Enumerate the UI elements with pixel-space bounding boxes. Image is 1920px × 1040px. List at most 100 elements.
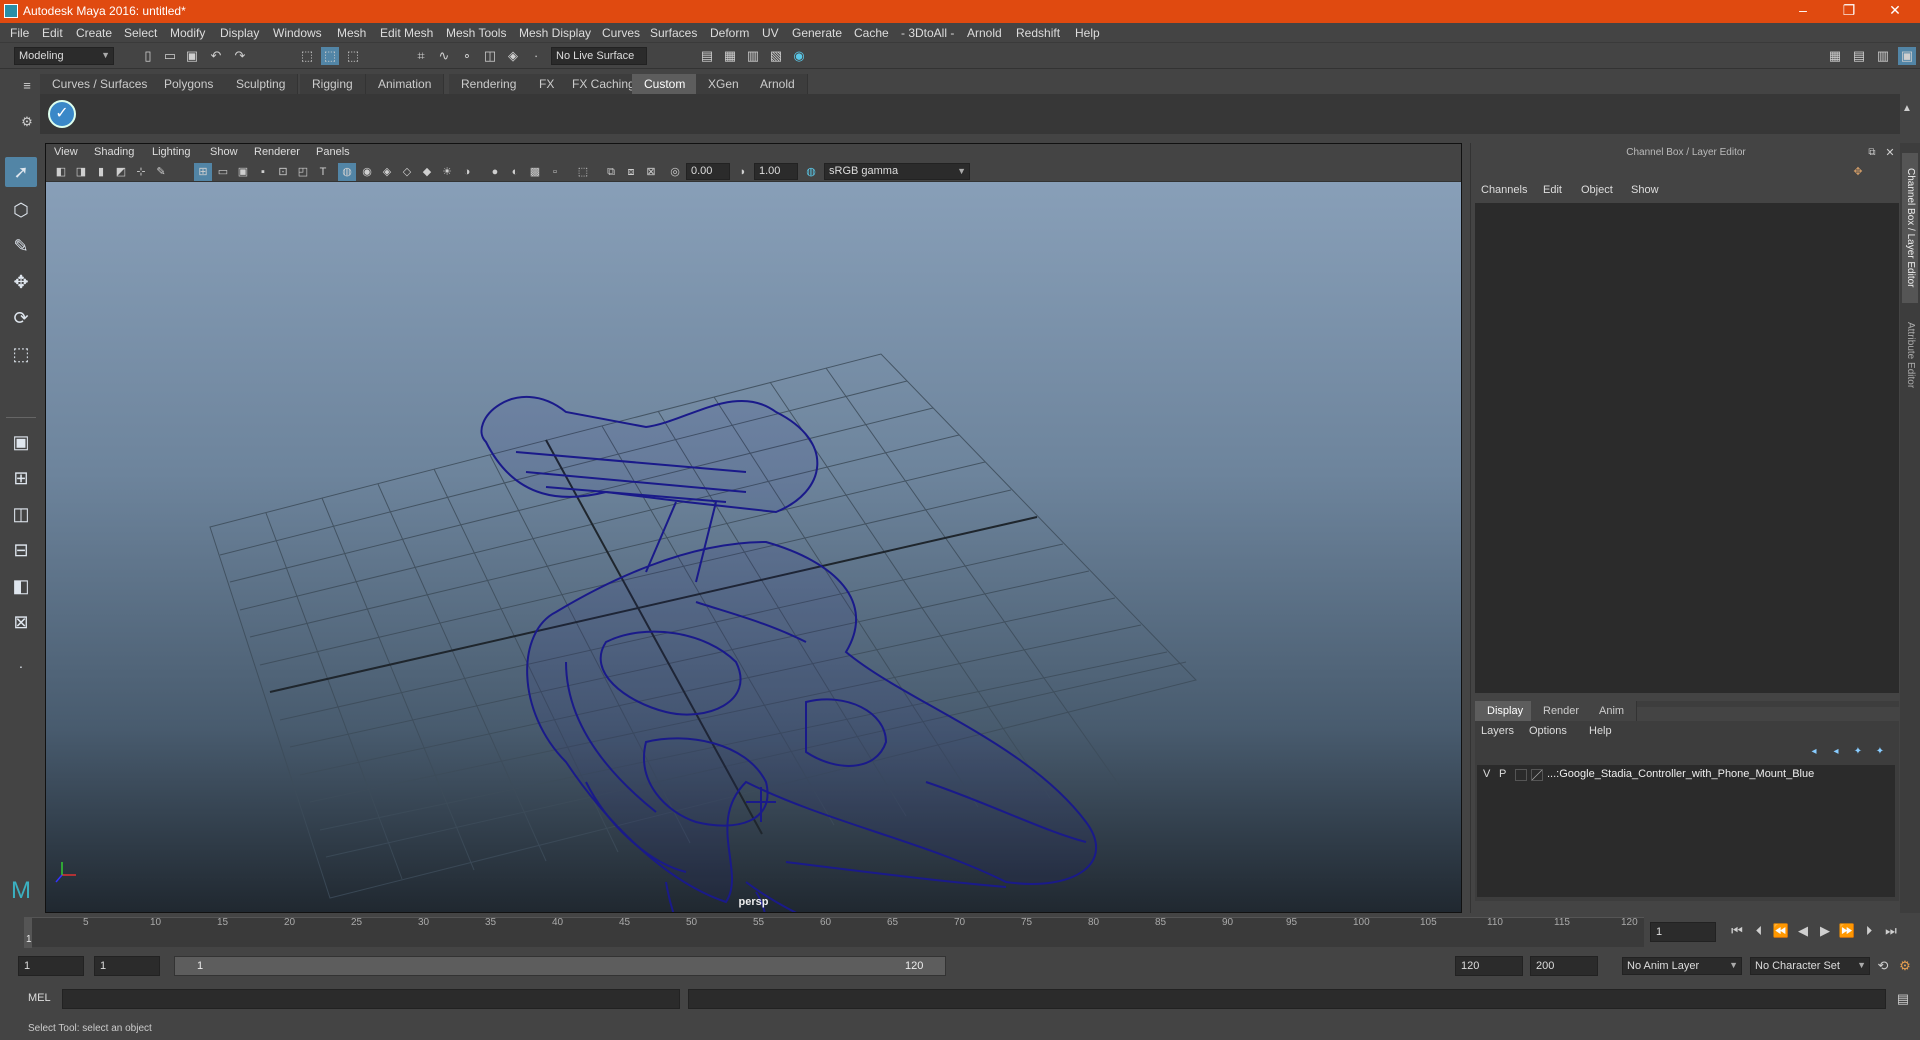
safe-title-icon[interactable]: T	[314, 163, 332, 181]
shelf-menu-icon[interactable]: ≡	[18, 77, 36, 95]
animation-preferences-icon[interactable]: ⚙	[1896, 957, 1914, 975]
layer-type-toggle[interactable]	[1515, 769, 1527, 781]
safe-action-icon[interactable]: ◰	[294, 163, 312, 181]
move-tool-icon[interactable]: ✥	[5, 267, 37, 297]
layers-menu-options[interactable]: Options	[1529, 725, 1567, 737]
select-tool-icon[interactable]: ➚	[5, 157, 37, 187]
menu-windows[interactable]: Windows	[273, 26, 322, 40]
menu-file[interactable]: File	[10, 26, 29, 40]
redo-icon[interactable]: ↷	[231, 47, 249, 65]
channels-menu-show[interactable]: Show	[1631, 184, 1659, 196]
gamma-field[interactable]: 1.00	[754, 163, 798, 180]
snap-view-icon[interactable]: ◫	[481, 47, 499, 65]
layers-menu-help[interactable]: Help	[1589, 725, 1612, 737]
layout-options-icon[interactable]: ·	[5, 651, 37, 681]
scene-start-field[interactable]: 1	[18, 956, 84, 976]
vp-menu-view[interactable]: View	[54, 146, 78, 158]
film-gate-icon[interactable]: ▭	[214, 163, 232, 181]
menu-modify[interactable]: Modify	[170, 26, 205, 40]
menu-generate[interactable]: Generate	[792, 26, 842, 40]
side-tab-channel-box[interactable]: Channel Box / Layer Editor	[1902, 153, 1918, 303]
channel-box-settings-icon[interactable]: ✥	[1849, 163, 1867, 181]
modeling-toolkit-icon[interactable]: ▦	[1826, 47, 1844, 65]
channels-menu-object[interactable]: Object	[1581, 184, 1613, 196]
shelf-tab-rigging[interactable]: Rigging	[300, 74, 366, 94]
menu-mesh-display[interactable]: Mesh Display	[519, 26, 591, 40]
snap-curve-icon[interactable]: ∿	[435, 47, 453, 65]
layer-row[interactable]: V P ...:Google_Stadia_Controller_with_Ph…	[1477, 765, 1895, 785]
persp-graph-layout-icon[interactable]: ⊟	[5, 535, 37, 565]
mode-dropdown[interactable]: Modeling ▼	[14, 47, 114, 65]
menu-edit-mesh[interactable]: Edit Mesh	[380, 26, 433, 40]
xray-icon[interactable]: ⧉	[602, 163, 620, 181]
range-slider[interactable]: 1 120	[174, 956, 946, 976]
rotate-tool-icon[interactable]: ⟳	[5, 303, 37, 333]
command-language-label[interactable]: MEL	[28, 992, 51, 1004]
viewport-scene[interactable]: persp	[46, 182, 1461, 912]
new-empty-layer-icon[interactable]: ✦	[1849, 743, 1867, 761]
paint-select-tool-icon[interactable]: ✎	[5, 231, 37, 261]
shelf-tab-xgen[interactable]: XGen	[696, 74, 752, 94]
menu-deform[interactable]: Deform	[710, 26, 749, 40]
checkmark-shelf-button-icon[interactable]: ✓	[48, 100, 76, 128]
new-layer-selected-icon[interactable]: ✦	[1871, 743, 1889, 761]
menu-arnold[interactable]: Arnold	[967, 26, 1002, 40]
select-object-icon[interactable]: ⬚	[321, 47, 339, 65]
float-panel-icon[interactable]: ⧉	[1863, 144, 1881, 162]
snap-point-icon[interactable]: ∘	[458, 47, 476, 65]
default-material-icon[interactable]: ◈	[378, 163, 396, 181]
menu-edit[interactable]: Edit	[42, 26, 63, 40]
step-back-frame-icon[interactable]: ⏴	[1750, 922, 1768, 940]
depth-of-field-icon[interactable]: ▫	[546, 163, 564, 181]
select-hierarchy-icon[interactable]: ⬚	[298, 47, 316, 65]
grease-pencil-icon[interactable]: ✎	[152, 163, 170, 181]
vp-menu-panels[interactable]: Panels	[316, 146, 350, 158]
shelf-tab-animation[interactable]: Animation	[366, 74, 445, 94]
motion-blur-icon[interactable]: ◐	[506, 163, 524, 181]
wireframe-on-shaded-icon[interactable]: ◇	[398, 163, 416, 181]
layer-visibility-toggle[interactable]: V	[1483, 768, 1490, 780]
use-all-lights-icon[interactable]: ☀	[438, 163, 456, 181]
exposure-field[interactable]: 0.00	[686, 163, 730, 180]
snap-vertex-icon[interactable]: ∙	[527, 47, 545, 65]
xray-joints-icon[interactable]: ⧈	[622, 163, 640, 181]
shelf-tab-custom[interactable]: Custom	[632, 74, 699, 94]
time-slider[interactable]: 1 5 10 15 20 25 30 35 40 45 50 55 60 65 …	[0, 917, 1920, 948]
tool-settings-toggle-icon[interactable]: ▥	[1874, 47, 1892, 65]
menu-create[interactable]: Create	[76, 26, 112, 40]
textured-icon[interactable]: ◆	[418, 163, 436, 181]
anti-aliasing-icon[interactable]: ▩	[526, 163, 544, 181]
open-scene-icon[interactable]: ▭	[161, 47, 179, 65]
shelf-tab-polygons[interactable]: Polygons	[152, 74, 227, 94]
channel-box-toggle-icon[interactable]: ▣	[1898, 47, 1916, 65]
close-panel-icon[interactable]: ✕	[1881, 144, 1899, 162]
menu-select[interactable]: Select	[124, 26, 157, 40]
current-frame-field[interactable]: 1	[1650, 922, 1716, 942]
close-button[interactable]: ✕	[1872, 0, 1918, 23]
bookmark-icon[interactable]: ▮	[92, 163, 110, 181]
menu-help[interactable]: Help	[1075, 26, 1100, 40]
ipr-render-icon[interactable]: ▥	[744, 47, 762, 65]
time-ruler[interactable]: 1	[24, 917, 1644, 948]
side-by-side-layout-icon[interactable]: ◫	[5, 499, 37, 529]
live-surface-field[interactable]: No Live Surface	[551, 47, 647, 65]
wireframe-shading-icon[interactable]: ◍	[338, 163, 356, 181]
isolate-select-icon[interactable]: ⬚	[574, 163, 592, 181]
2d-pan-zoom-icon[interactable]: ⊹	[132, 163, 150, 181]
smooth-shading-icon[interactable]: ◉	[358, 163, 376, 181]
menu-redshift[interactable]: Redshift	[1016, 26, 1060, 40]
play-forwards-icon[interactable]: ▶	[1816, 922, 1834, 940]
move-layer-down-icon[interactable]: ◂	[1827, 743, 1845, 761]
vp-menu-lighting[interactable]: Lighting	[152, 146, 191, 158]
playback-start-field[interactable]: 1	[94, 956, 160, 976]
layer-tab-render[interactable]: Render	[1531, 701, 1593, 721]
grid-toggle-icon[interactable]: ⊞	[194, 163, 212, 181]
menu-surfaces[interactable]: Surfaces	[650, 26, 697, 40]
select-component-icon[interactable]: ⬚	[344, 47, 362, 65]
vp-menu-renderer[interactable]: Renderer	[254, 146, 300, 158]
snap-grid-icon[interactable]: ⌗	[412, 47, 430, 65]
resolution-gate-icon[interactable]: ▣	[234, 163, 252, 181]
render-settings-icon[interactable]: ▤	[698, 47, 716, 65]
gamma-icon[interactable]: ◗	[734, 163, 752, 181]
minimize-button[interactable]: –	[1780, 0, 1826, 23]
